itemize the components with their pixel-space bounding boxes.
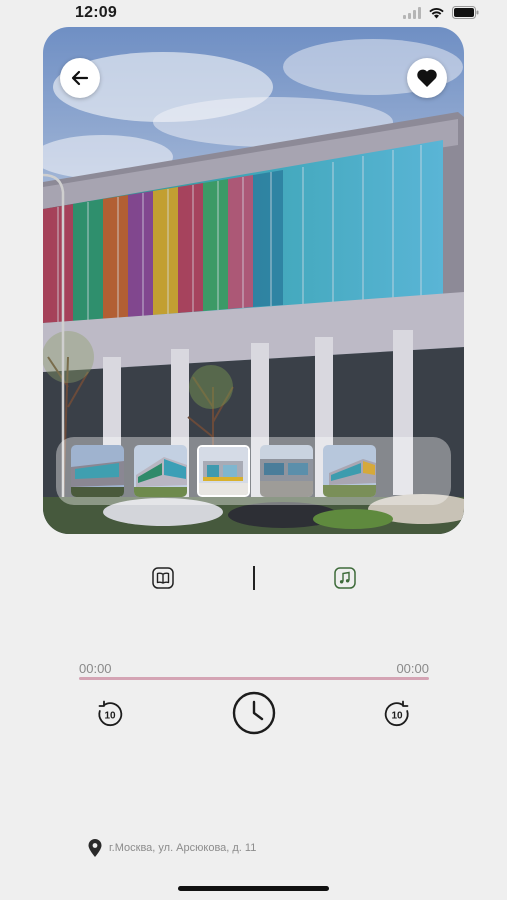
status-icons [403, 6, 479, 19]
forward-10-button[interactable]: 10 [381, 698, 413, 730]
current-time: 00:00 [79, 661, 112, 676]
play-button[interactable] [231, 690, 277, 736]
audio-mode-button[interactable] [333, 566, 357, 590]
map-pin-icon [88, 839, 102, 857]
music-note-icon [334, 567, 356, 589]
forward-10-icon: 10 [384, 700, 409, 727]
clock-icon [232, 691, 276, 735]
thumbnail-2[interactable] [134, 445, 187, 497]
signal-icon [403, 6, 421, 19]
heart-icon [417, 69, 437, 87]
total-time: 00:00 [396, 661, 429, 676]
thumbnail-strip [56, 437, 451, 505]
wifi-icon [429, 7, 444, 18]
mode-switch [0, 560, 507, 596]
battery-icon [452, 6, 479, 19]
hero-image [43, 27, 464, 534]
arrow-left-icon [71, 70, 89, 86]
thumbnail-1[interactable] [71, 445, 124, 497]
book-icon [152, 567, 174, 589]
thumbnail-5[interactable] [323, 445, 376, 497]
status-time: 12:09 [75, 4, 117, 21]
svg-text:10: 10 [104, 711, 116, 722]
back-button[interactable] [60, 58, 100, 98]
rewind-10-button[interactable]: 10 [94, 698, 126, 730]
read-mode-button[interactable] [151, 566, 175, 590]
svg-text:10: 10 [391, 711, 403, 722]
home-indicator[interactable] [178, 886, 329, 891]
favorite-button[interactable] [407, 58, 447, 98]
status-bar: 12:09 [0, 0, 507, 28]
thumbnail-3[interactable] [197, 445, 250, 497]
address-text: г.Москва, ул. Арсюкова, д. 11 [109, 842, 257, 854]
progress-bar[interactable] [79, 677, 429, 680]
rewind-10-icon: 10 [98, 700, 123, 727]
location-row: г.Москва, ул. Арсюкова, д. 11 [87, 838, 256, 858]
thumbnail-4[interactable] [260, 445, 313, 497]
mode-divider [253, 566, 255, 590]
